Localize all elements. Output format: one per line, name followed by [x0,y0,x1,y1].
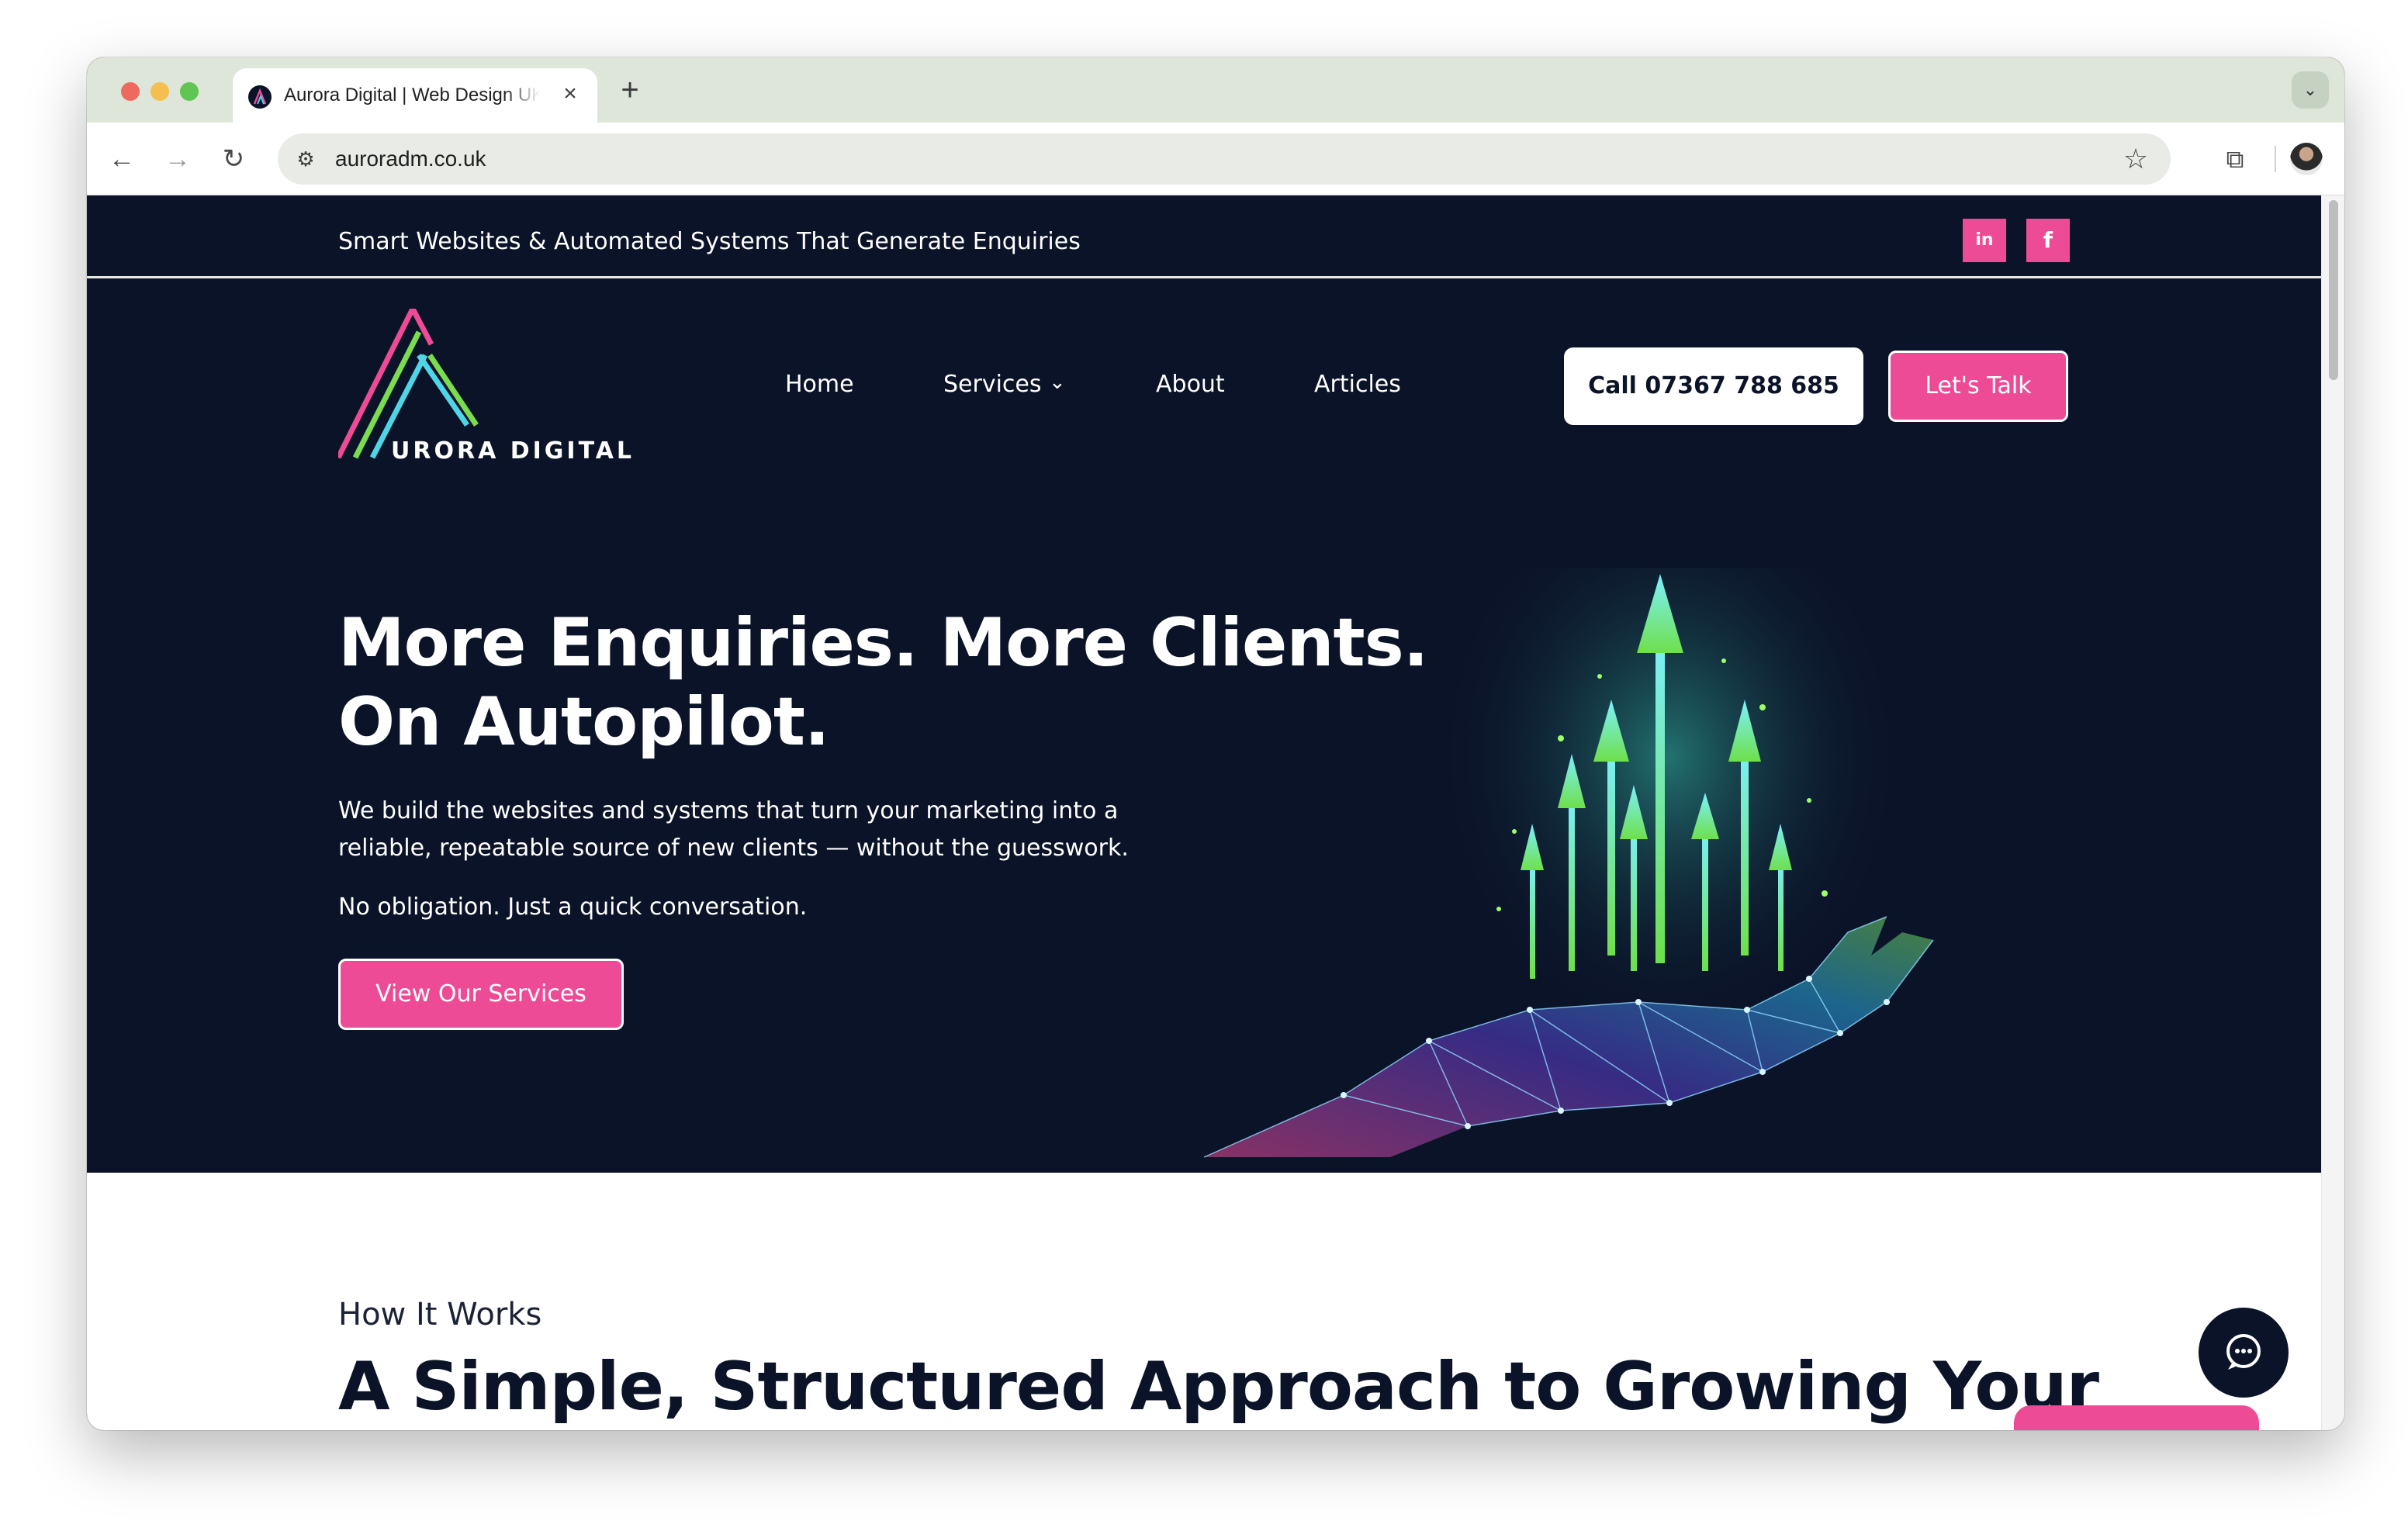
browser-tab-active[interactable]: Aurora Digital | Web Design UK × [233,68,597,123]
facebook-icon[interactable]: f [2026,219,2070,262]
close-window-button[interactable] [121,82,140,101]
lets-talk-button[interactable]: Let's Talk [1888,351,2068,422]
address-bar[interactable]: ⚙ auroradm.co.uk ☆ [278,133,2171,185]
topbar-divider [87,276,2321,278]
browser-toolbar: ← → ↻ ⚙ auroradm.co.uk ☆ ⧉ ⋮ [87,123,2344,195]
view-services-button[interactable]: View Our Services [338,959,624,1030]
extensions-icon[interactable]: ⧉ [2216,140,2254,178]
maximize-window-button[interactable] [180,82,199,101]
back-arrow-icon[interactable]: ← [102,140,141,178]
new-tab-button[interactable]: + [614,74,645,105]
hero-heading-line-2: On Autopilot. [338,683,830,761]
tab-title: Aurora Digital | Web Design UK [284,85,540,105]
call-phone-button[interactable]: Call 07367 788 685 [1564,347,1863,425]
hero-description: We build the websites and systems that t… [338,797,1129,862]
how-it-works-label: How It Works [338,1297,542,1332]
site-favicon-icon [248,85,272,109]
growth-hand-illustration [1064,506,1964,1173]
hero-subtext: No obligation. Just a quick conversation… [338,893,808,921]
bookmark-star-icon[interactable]: ☆ [2119,143,2152,175]
url-text[interactable]: auroradm.co.uk [335,147,486,171]
nav-about[interactable]: About [1156,371,1225,398]
scrollbar-thumb[interactable] [2329,200,2338,380]
chevron-down-icon[interactable]: ⌄ [1049,371,1066,394]
chat-bubble-icon [2226,1334,2261,1370]
nav-home[interactable]: Home [785,371,854,398]
chat-prompt-bar[interactable] [2014,1405,2259,1430]
site-info-icon[interactable]: ⚙ [292,145,320,173]
nav-articles[interactable]: Articles [1314,371,1401,398]
browser-window: Aurora Digital | Web Design UK × + ⌄ ← →… [87,57,2344,1430]
chat-widget-button[interactable] [2199,1308,2289,1398]
tab-close-icon[interactable]: × [557,81,583,107]
linkedin-icon[interactable]: in [1963,219,2006,262]
page-scrollbar[interactable] [2321,195,2344,1430]
page-viewport: Smart Websites & Automated Systems That … [87,195,2344,1430]
forward-arrow-icon[interactable]: → [158,140,197,178]
tab-strip: Aurora Digital | Web Design UK × + ⌄ [87,57,2344,123]
logo-wordmark: URORA DIGITAL [391,437,635,465]
hero-section: Smart Websites & Automated Systems That … [87,195,2321,1173]
nav-services[interactable]: Services [943,371,1042,398]
reload-icon[interactable]: ↻ [214,140,253,178]
topbar-tagline: Smart Websites & Automated Systems That … [338,228,1081,255]
tab-search-icon[interactable]: ⌄ [2292,71,2329,109]
profile-avatar[interactable] [2290,143,2323,175]
toolbar-divider [2275,146,2276,172]
minimize-window-button[interactable] [150,82,169,101]
